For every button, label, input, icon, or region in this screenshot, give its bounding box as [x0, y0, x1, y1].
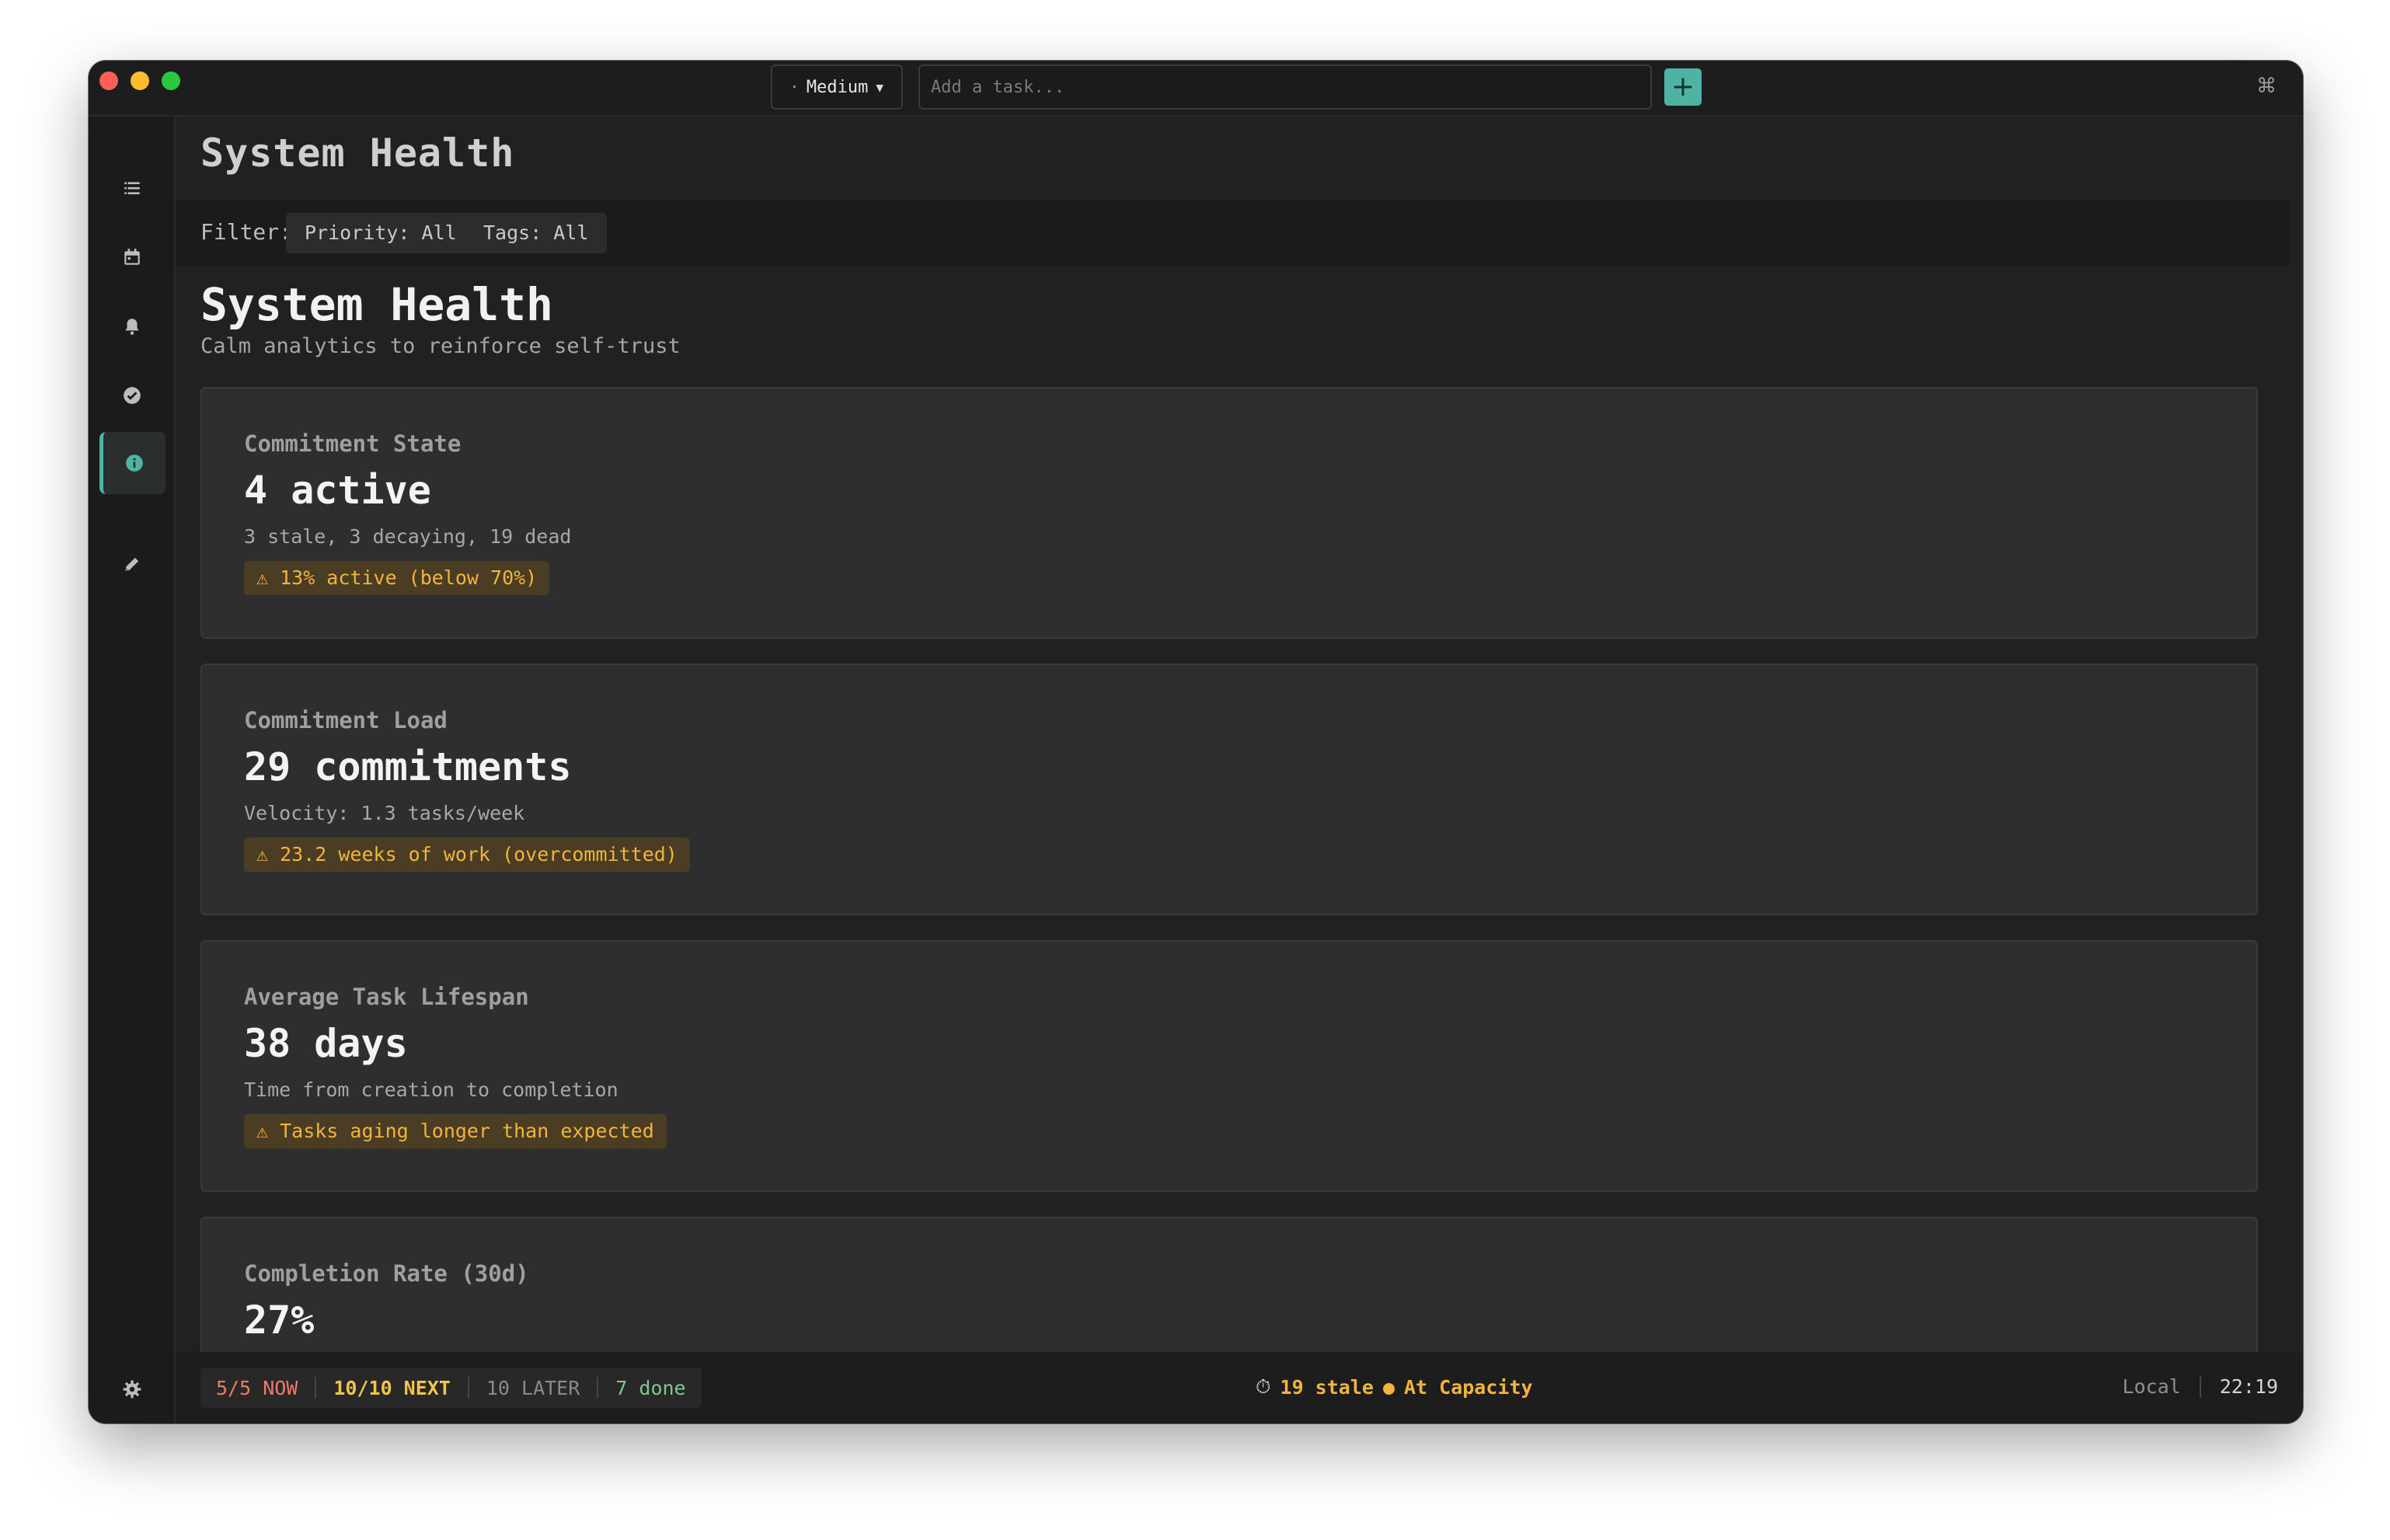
card-warning-badge: ⚠ Tasks aging longer than expected	[244, 1114, 667, 1148]
pencil-icon	[125, 557, 139, 571]
done-count[interactable]: 7 done	[615, 1377, 685, 1399]
commitment-load-card: Commitment Load 29 commitments Velocity:…	[200, 664, 2258, 915]
right-status: Local 22:19	[2122, 1375, 2278, 1398]
title-bar: · Medium ▼ + ⌘	[89, 61, 2303, 117]
sidebar-item-edit[interactable]	[101, 533, 163, 595]
list-icon	[124, 182, 140, 195]
status-bar: 5/5 NOW 10/10 NEXT 10 LATER 7 done ⏱ 19 …	[176, 1352, 2303, 1423]
card-value: 38 days	[244, 1021, 408, 1066]
sidebar-item-list[interactable]	[101, 157, 163, 219]
minimize-window-button[interactable]	[131, 71, 149, 90]
task-counts: 5/5 NOW 10/10 NEXT 10 LATER 7 done	[200, 1368, 702, 1408]
calendar-icon	[124, 249, 140, 265]
priority-dot-icon: ·	[790, 78, 799, 96]
chevron-down-icon: ▼	[876, 79, 883, 95]
card-value: 4 active	[244, 468, 431, 513]
card-detail: 3 stale, 3 decaying, 19 dead	[244, 525, 572, 548]
command-icon[interactable]: ⌘	[2256, 75, 2277, 98]
page-header-title: System Health	[200, 131, 515, 176]
stopwatch-icon: ⏱	[1256, 1375, 1271, 1398]
card-value: 27%	[244, 1298, 315, 1343]
add-task-button[interactable]: +	[1664, 68, 1702, 106]
card-value: 29 commitments	[244, 744, 572, 789]
sidebar-item-calendar[interactable]	[101, 226, 163, 288]
app-window: · Medium ▼ + ⌘	[89, 61, 2303, 1423]
card-detail: Time from creation to completion	[244, 1078, 618, 1101]
bell-icon	[125, 319, 139, 335]
capacity-status: At Capacity	[1404, 1375, 1533, 1399]
divider	[315, 1377, 317, 1399]
later-count[interactable]: 10 LATER	[486, 1377, 580, 1399]
divider	[467, 1377, 469, 1399]
sidebar-item-notifications[interactable]	[101, 295, 163, 357]
priority-select-value: Medium	[806, 77, 869, 97]
card-label: Commitment Load	[244, 707, 448, 733]
card-label: Completion Rate (30d)	[244, 1260, 529, 1287]
now-count[interactable]: 5/5 NOW	[216, 1377, 298, 1399]
stale-count: 19 stale	[1280, 1375, 1374, 1399]
card-detail: Velocity: 1.3 tasks/week	[244, 802, 525, 824]
filter-bar: Filter: Priority: All Tags: All	[176, 200, 2289, 266]
divider	[597, 1377, 599, 1399]
priority-filter-button[interactable]: Priority: All	[286, 213, 476, 253]
storage-location: Local	[2122, 1375, 2181, 1398]
sidebar-item-completed[interactable]	[101, 364, 163, 427]
maximize-window-button[interactable]	[162, 71, 180, 90]
close-window-button[interactable]	[99, 71, 118, 90]
page-subtitle: Calm analytics to reinforce self-trust	[200, 334, 681, 358]
gear-icon	[123, 1380, 141, 1399]
card-warning-badge: ⚠ 13% active (below 70%)	[244, 561, 550, 595]
completion-rate-card: Completion Rate (30d) 27%	[200, 1217, 2258, 1352]
check-circle-icon	[124, 387, 141, 404]
health-status: ⏱ 19 stale ● At Capacity	[1256, 1375, 1533, 1399]
filter-label: Filter:	[200, 219, 293, 245]
page-title: System Health	[200, 278, 553, 331]
main-content: System Health Filter: Priority: All Tags…	[176, 117, 2303, 1352]
next-count[interactable]: 10/10 NEXT	[333, 1377, 451, 1399]
card-label: Average Task Lifespan	[244, 984, 529, 1010]
info-icon	[126, 455, 143, 472]
clock: 22:19	[2219, 1375, 2278, 1398]
sidebar-item-system-health[interactable]	[99, 432, 165, 494]
sidebar-item-settings[interactable]	[101, 1358, 163, 1420]
status-dot-icon: ●	[1382, 1375, 1395, 1399]
priority-select[interactable]: · Medium ▼	[771, 64, 903, 110]
commitment-state-card: Commitment State 4 active 3 stale, 3 dec…	[200, 387, 2258, 639]
tags-filter-button[interactable]: Tags: All	[465, 213, 608, 253]
card-label: Commitment State	[244, 430, 462, 457]
average-task-lifespan-card: Average Task Lifespan 38 days Time from …	[200, 940, 2258, 1192]
divider	[2199, 1375, 2201, 1398]
add-task-input[interactable]	[918, 64, 1652, 110]
sidebar	[89, 117, 176, 1423]
card-warning-badge: ⚠ 23.2 weeks of work (overcommitted)	[244, 838, 690, 872]
